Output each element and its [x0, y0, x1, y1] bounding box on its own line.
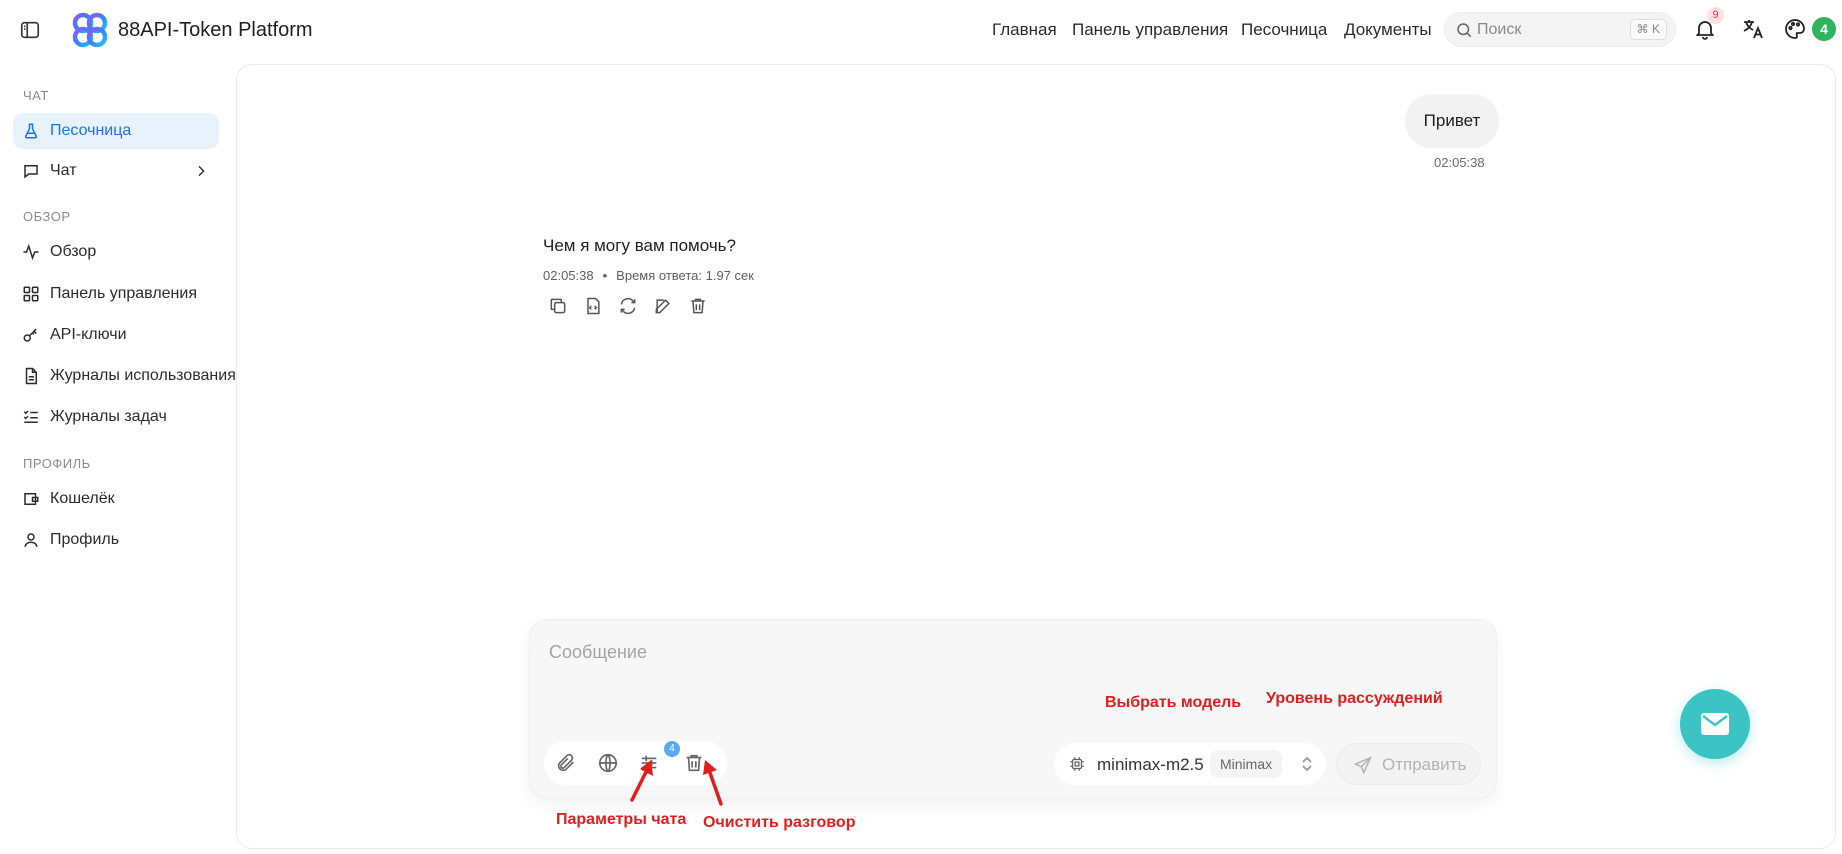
nav-home[interactable]: Главная — [992, 20, 1057, 40]
nav-playground[interactable]: Песочница — [1241, 20, 1327, 40]
sidebar-item-label: Чат — [50, 162, 77, 179]
search-input[interactable] — [1477, 19, 1607, 41]
theme-badge: 4 — [1812, 17, 1836, 41]
flask-icon — [22, 122, 40, 140]
section-title-profile: ПРОФИЛЬ — [23, 456, 91, 471]
logo[interactable] — [72, 12, 108, 48]
translate-icon[interactable] — [1741, 17, 1767, 43]
search-shortcut: ⌘ K — [1629, 19, 1667, 40]
assistant-message-meta: 02:05:38 • Время ответа: 1.97 сек — [543, 268, 754, 283]
send-label: Отправить — [1382, 755, 1467, 774]
mail-icon — [1701, 713, 1729, 735]
delete-icon[interactable] — [688, 296, 708, 316]
section-title-chat: ЧАТ — [23, 88, 49, 103]
sidebar-item-label: Обзор — [50, 243, 97, 260]
nav-docs[interactable]: Документы — [1344, 20, 1432, 40]
sidebar-toggle-icon[interactable] — [19, 19, 41, 41]
search-icon — [1455, 21, 1473, 39]
sidebar-item-task-logs[interactable]: Журналы задач — [13, 399, 219, 435]
notification-badge: 9 — [1707, 7, 1724, 24]
sidebar-item-label: Журналы использования — [50, 367, 236, 384]
cpu-icon — [1068, 755, 1086, 773]
sidebar: ЧАТ Песочница Чат ОБЗОР Обзор Панель упр… — [0, 60, 236, 854]
document-icon — [22, 367, 40, 385]
grid-icon — [22, 285, 40, 303]
user-icon — [22, 531, 40, 549]
message-composer: 4 minimax-m2.5 Minimax Отправить — [529, 619, 1497, 799]
sidebar-item-usage-logs[interactable]: Журналы использования — [13, 358, 236, 394]
key-icon — [22, 326, 40, 344]
checklist-icon — [22, 408, 40, 426]
sidebar-item-chat[interactable]: Чат — [13, 153, 219, 189]
activity-icon — [22, 243, 40, 261]
chevron-updown-icon — [1300, 756, 1314, 772]
sidebar-item-label: Панель управления — [50, 285, 197, 302]
provider-tag: Minimax — [1210, 750, 1283, 778]
response-time: Время ответа: 1.97 сек — [616, 268, 754, 283]
sidebar-item-label: Профиль — [50, 531, 120, 548]
chevron-right-icon — [193, 163, 209, 179]
palette-icon[interactable] — [1783, 17, 1809, 43]
search-box[interactable]: ⌘ K — [1444, 12, 1676, 47]
chat-icon — [22, 162, 40, 180]
edit-icon[interactable] — [653, 296, 673, 316]
send-icon — [1353, 755, 1373, 775]
annotation-clear-chat: Очистить разговор — [703, 814, 856, 831]
meta-separator: • — [602, 268, 608, 283]
app-title: 88API-Token Platform — [118, 19, 313, 41]
globe-icon[interactable] — [597, 752, 619, 774]
assistant-message-time: 02:05:38 — [543, 268, 594, 283]
paperclip-icon[interactable] — [555, 752, 577, 774]
user-message-time: 02:05:38 — [1434, 155, 1485, 170]
send-button[interactable]: Отправить — [1336, 743, 1481, 785]
nav-dashboard[interactable]: Панель управления — [1072, 20, 1228, 40]
model-name: minimax-m2.5 — [1097, 755, 1204, 774]
wallet-icon — [22, 490, 40, 508]
sidebar-item-api-keys[interactable]: API-ключи — [13, 317, 219, 353]
sidebar-item-label: Журналы задач — [50, 408, 167, 425]
arrow-to-params — [630, 760, 653, 802]
assistant-message-text: Чем я могу вам помочь? — [543, 236, 736, 255]
copy-icon[interactable] — [548, 296, 568, 316]
annotation-select-model: Выбрать модель — [1105, 694, 1242, 711]
sidebar-item-label: Песочница — [50, 122, 132, 139]
top-header: 88API-Token Platform Главная Панель упра… — [0, 0, 1842, 60]
annotation-reasoning-level: Уровень рассуждений — [1266, 690, 1443, 707]
arrow-to-clear — [703, 760, 723, 806]
sidebar-item-label: Кошелёк — [50, 490, 115, 507]
model-select[interactable]: minimax-m2.5 Minimax — [1054, 743, 1326, 785]
user-message-bubble: Привет — [1405, 94, 1499, 148]
sidebar-item-profile[interactable]: Профиль — [13, 522, 219, 558]
sidebar-item-overview[interactable]: Обзор — [13, 234, 219, 270]
contact-fab-button[interactable] — [1680, 689, 1750, 759]
sidebar-item-playground[interactable]: Песочница — [13, 113, 219, 149]
sidebar-item-wallet[interactable]: Кошелёк — [13, 481, 219, 517]
copy-code-icon[interactable] — [583, 296, 603, 316]
sidebar-item-label: API-ключи — [50, 326, 127, 343]
section-title-overview: ОБЗОР — [23, 209, 71, 224]
annotation-chat-params: Параметры чата — [556, 811, 687, 828]
regenerate-icon[interactable] — [618, 296, 638, 316]
sidebar-item-dashboard[interactable]: Панель управления — [13, 276, 219, 312]
params-badge: 4 — [664, 741, 680, 757]
